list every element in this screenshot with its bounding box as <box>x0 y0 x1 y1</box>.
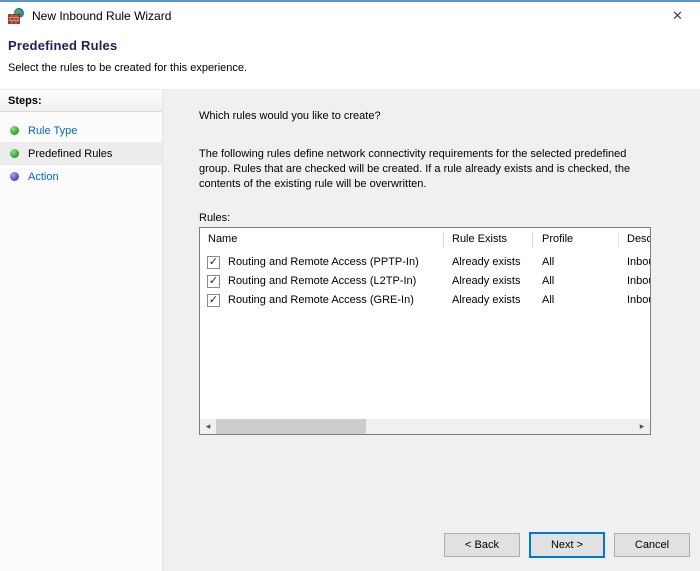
rule-name: Routing and Remote Access (GRE-In) <box>228 294 414 306</box>
question-text: Which rules would you like to create? <box>199 110 381 122</box>
list-column-header: Name Rule Exists Profile Desc <box>200 228 650 251</box>
rule-profile-value: All <box>542 294 555 306</box>
rules-listbox: Name Rule Exists Profile Desc ✓ Routing … <box>199 227 651 435</box>
column-header-name[interactable]: Name <box>208 233 237 245</box>
back-button[interactable]: < Back <box>444 533 520 557</box>
rule-checkbox[interactable]: ✓ <box>207 275 220 288</box>
column-separator[interactable] <box>532 231 533 248</box>
steps-title: Steps: <box>0 90 162 112</box>
rule-name: Routing and Remote Access (PPTP-In) <box>228 256 419 268</box>
column-separator[interactable] <box>618 231 619 248</box>
step-current-bullet-icon <box>10 149 19 158</box>
sidebar-item-label: Predefined Rules <box>28 147 113 160</box>
column-header-rule-exists[interactable]: Rule Exists <box>452 233 507 245</box>
rule-exists-value: Already exists <box>452 256 521 268</box>
steps-list: Rule Type Predefined Rules Action <box>0 119 162 188</box>
page-subtitle: Select the rules to be created for this … <box>8 62 248 74</box>
scroll-left-arrow-icon[interactable]: ◂ <box>200 419 216 434</box>
steps-sidebar: Steps: Rule Type Predefined Rules Action <box>0 90 163 571</box>
step-completed-bullet-icon <box>10 126 19 135</box>
column-header-description[interactable]: Desc <box>627 233 650 245</box>
rule-checkbox[interactable]: ✓ <box>207 256 220 269</box>
table-row[interactable]: ✓ Routing and Remote Access (PPTP-In) Al… <box>200 253 650 272</box>
rule-exists-value: Already exists <box>452 275 521 287</box>
list-rows: ✓ Routing and Remote Access (PPTP-In) Al… <box>200 253 650 310</box>
page-title: Predefined Rules <box>8 38 118 53</box>
scroll-right-arrow-icon[interactable]: ▸ <box>634 419 650 434</box>
wizard-buttons: < Back Next > Cancel <box>444 532 690 558</box>
wizard-header: Predefined Rules Select the rules to be … <box>0 29 700 90</box>
table-row[interactable]: ✓ Routing and Remote Access (GRE-In) Alr… <box>200 291 650 310</box>
column-separator[interactable] <box>443 231 444 248</box>
window-title: New Inbound Rule Wizard <box>32 8 172 23</box>
rule-exists-value: Already exists <box>452 294 521 306</box>
firewall-icon <box>8 7 26 24</box>
sidebar-item-rule-type[interactable]: Rule Type <box>0 119 162 142</box>
scrollbar-thumb[interactable] <box>216 419 366 434</box>
next-button[interactable]: Next > <box>529 532 605 558</box>
rule-description-value: Inbou <box>627 256 650 268</box>
step-upcoming-bullet-icon <box>10 172 19 181</box>
new-inbound-rule-wizard-window: New Inbound Rule Wizard ✕ Predefined Rul… <box>0 0 700 571</box>
sidebar-item-predefined-rules[interactable]: Predefined Rules <box>0 142 162 165</box>
cancel-button[interactable]: Cancel <box>614 533 690 557</box>
description-text: The following rules define network conne… <box>199 148 631 190</box>
rules-label: Rules: <box>199 212 231 224</box>
sidebar-item-action[interactable]: Action <box>0 165 162 188</box>
column-header-profile[interactable]: Profile <box>542 233 573 245</box>
wizard-body: Steps: Rule Type Predefined Rules Action… <box>0 90 700 571</box>
rule-name: Routing and Remote Access (L2TP-In) <box>228 275 417 287</box>
rule-profile-value: All <box>542 275 555 287</box>
sidebar-item-label: Rule Type <box>28 124 78 137</box>
rule-description-value: Inbou <box>627 294 650 306</box>
table-row[interactable]: ✓ Routing and Remote Access (L2TP-In) Al… <box>200 272 650 291</box>
sidebar-item-label: Action <box>28 170 59 183</box>
rule-description-value: Inbou <box>627 275 650 287</box>
rule-profile-value: All <box>542 256 555 268</box>
main-panel: Which rules would you like to create? Th… <box>163 90 700 571</box>
close-button[interactable]: ✕ <box>655 2 700 29</box>
rule-checkbox[interactable]: ✓ <box>207 294 220 307</box>
titlebar: New Inbound Rule Wizard ✕ <box>0 2 700 29</box>
horizontal-scrollbar[interactable]: ◂ ▸ <box>200 419 650 434</box>
